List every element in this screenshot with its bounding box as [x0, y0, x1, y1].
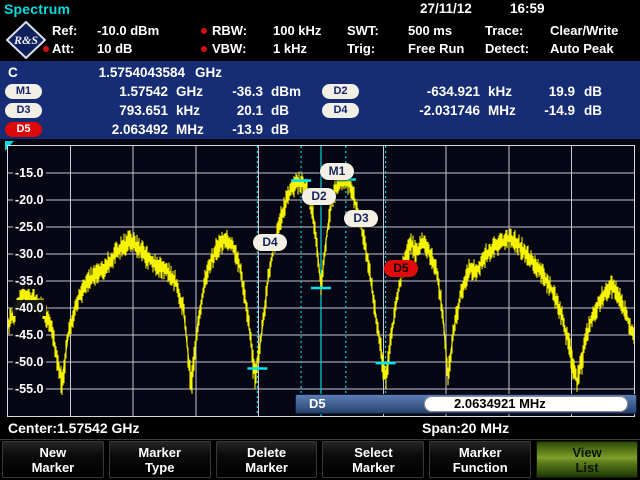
- m1-freq-unit: GHz: [176, 82, 203, 101]
- softkey-marker-type[interactable]: MarkerType: [109, 441, 211, 478]
- y-tick-label: -55.0: [13, 381, 46, 397]
- swt-label: SWT:: [347, 22, 379, 39]
- marker-row-m1-d2: M1 1.57542 GHz -36.3 dBm D2 -634.921 kHz…: [0, 82, 640, 101]
- svg-text:R&S: R&S: [13, 33, 38, 47]
- y-tick-label: -15.0: [13, 165, 46, 181]
- d4-level: -14.9: [515, 101, 575, 120]
- center-freq-value: 1.5754043584: [50, 63, 185, 82]
- d2-level-unit: dB: [584, 82, 602, 101]
- ref-value: -10.0 dBm: [97, 22, 159, 39]
- marker-row-d3-d4: D3 793.651 kHz 20.1 dB D4 -2.031746 MHz …: [0, 101, 640, 120]
- d2-level: 19.9: [515, 82, 575, 101]
- center-freq-unit: GHz: [195, 63, 222, 82]
- d2-freq: -634.921: [360, 82, 480, 101]
- span-value: Span:20 MHz: [422, 417, 509, 439]
- title-bar: Spectrum 27/11/12 16:59: [0, 0, 640, 18]
- marker-badge-m1: M1: [5, 84, 42, 99]
- entry-label: D5: [309, 395, 326, 413]
- d4-freq: -2.031746: [360, 101, 480, 120]
- swt-value: 500 ms: [408, 22, 452, 39]
- att-coupling-dot: [43, 46, 49, 52]
- att-label: Att:: [52, 40, 74, 57]
- marker-badge-d5: D5: [5, 122, 42, 137]
- marker-table: C 1.5754043584 GHz M1 1.57542 GHz -36.3 …: [0, 61, 640, 139]
- trig-value: Free Run: [408, 40, 464, 57]
- vbw-coupling-dot: [201, 46, 207, 52]
- y-tick-label: -45.0: [13, 327, 46, 343]
- rbw-value: 100 kHz: [273, 22, 321, 39]
- time-display: 16:59: [510, 0, 545, 18]
- softkey-view-list[interactable]: ViewList: [536, 441, 638, 478]
- center-row-label: C: [8, 63, 18, 82]
- trig-label: Trig:: [347, 40, 375, 57]
- softkey-select-marker[interactable]: SelectMarker: [322, 441, 424, 478]
- vbw-label: VBW:: [212, 40, 246, 57]
- y-tick-label: -30.0: [13, 246, 46, 262]
- d3-freq: 793.651: [40, 101, 168, 120]
- mode-title: Spectrum: [4, 0, 70, 18]
- graticule: -15.0 -20.0 -25.0 -30.0 -35.0 -40.0 -45.0 -50.0…: [7, 145, 635, 417]
- softkey-new-marker[interactable]: NewMarker: [2, 441, 104, 478]
- rs-logo: R&S: [6, 21, 46, 59]
- spectrum-analyzer-screen: Spectrum 27/11/12 16:59 R&S Ref: -10.0 d…: [0, 0, 640, 480]
- marker-badge-d2: D2: [322, 84, 359, 99]
- freq-footer: Center:1.57542 GHz Span:20 MHz: [0, 417, 640, 439]
- d5-freq: 2.063492: [40, 120, 168, 139]
- d3-freq-unit: kHz: [176, 101, 200, 120]
- d3-level-unit: dB: [271, 101, 289, 120]
- m1-freq: 1.57542: [40, 82, 168, 101]
- spectrum-chart-area: -15.0 -20.0 -25.0 -30.0 -35.0 -40.0 -45.0 -50.0…: [0, 139, 640, 420]
- rbw-coupling-dot: [201, 28, 207, 34]
- ref-label: Ref:: [52, 22, 77, 39]
- d3-level: 20.1: [200, 101, 263, 120]
- y-tick-label: -50.0: [13, 354, 46, 370]
- center-freq-row: C 1.5754043584 GHz: [0, 63, 640, 82]
- d4-level-unit: dB: [584, 101, 602, 120]
- marker-entry-bar: D5 2.0634921 MHz: [295, 394, 637, 414]
- d5-level: -13.9: [200, 120, 263, 139]
- marker-badge-d4: D4: [322, 103, 359, 118]
- detect-value: Auto Peak: [550, 40, 614, 57]
- d4-freq-unit: MHz: [488, 101, 516, 120]
- trace-mode-value: Clear/Write: [550, 22, 618, 39]
- settings-header: R&S Ref: -10.0 dBm Att: 10 dB RBW: 100 k…: [0, 18, 640, 61]
- marker-row-d5: D5 2.063492 MHz -13.9 dB: [0, 120, 640, 139]
- softkey-bar: NewMarker MarkerType DeleteMarker Select…: [0, 439, 640, 480]
- date-display: 27/11/12: [420, 0, 472, 18]
- y-tick-label: -25.0: [13, 219, 46, 235]
- vbw-value: 1 kHz: [273, 40, 307, 57]
- d5-level-unit: dB: [271, 120, 289, 139]
- entry-value-input[interactable]: 2.0634921 MHz: [424, 396, 628, 412]
- y-tick-label: -40.0: [13, 300, 46, 316]
- softkey-marker-function[interactable]: MarkerFunction: [429, 441, 531, 478]
- att-value: 10 dB: [97, 40, 132, 57]
- marker-badge-d3: D3: [5, 103, 42, 118]
- rbw-label: RBW:: [212, 22, 247, 39]
- trace-plot: [8, 146, 634, 416]
- trace-mode-label: Trace:: [485, 22, 523, 39]
- y-tick-label: -20.0: [13, 192, 46, 208]
- m1-level: -36.3: [200, 82, 263, 101]
- detect-label: Detect:: [485, 40, 529, 57]
- m1-level-unit: dBm: [271, 82, 301, 101]
- center-frequency: Center:1.57542 GHz: [8, 417, 140, 439]
- d2-freq-unit: kHz: [488, 82, 512, 101]
- softkey-delete-marker[interactable]: DeleteMarker: [216, 441, 318, 478]
- y-tick-label: -35.0: [13, 273, 46, 289]
